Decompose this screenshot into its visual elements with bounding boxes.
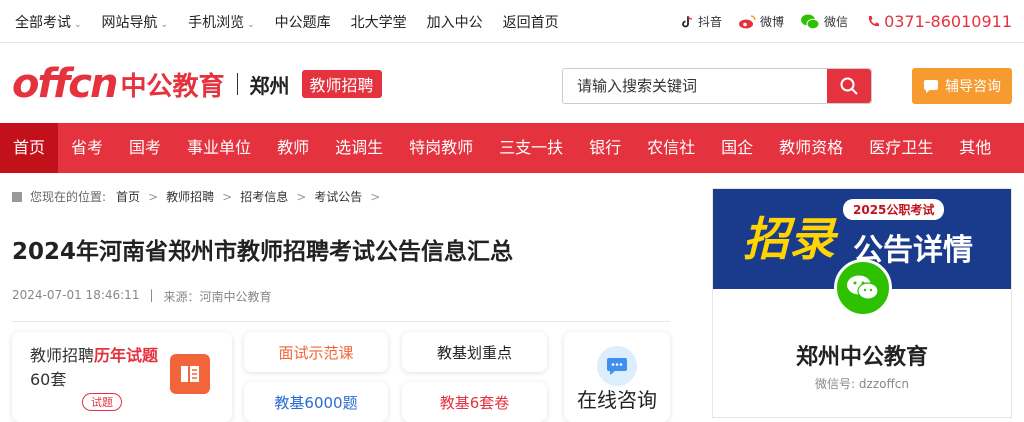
top-link-site-nav[interactable]: 网站导航 ⌄ — [102, 12, 169, 32]
wechat-link[interactable]: 微信 — [800, 13, 848, 30]
nav-item-special-teacher[interactable]: 特岗教师 — [396, 123, 486, 173]
search-box — [562, 68, 872, 104]
chevron-down-icon: ⌄ — [74, 20, 82, 30]
top-link-pku[interactable]: 北大学堂 — [351, 12, 407, 32]
nav-item-bank[interactable]: 银行 — [576, 123, 634, 173]
breadcrumb-separator: > — [148, 189, 159, 204]
chevron-down-icon: ⌄ — [247, 20, 255, 30]
card-consult-label: 在线咨询 — [577, 388, 657, 412]
promo-card-past-papers[interactable]: 教师招聘历年试题 60套 试题 — [12, 332, 232, 422]
top-links: 全部考试 ⌄ 网站导航 ⌄ 手机浏览 ⌄ 中公题库 北大学堂 加入中公 返回首页 — [15, 12, 579, 32]
card-count: 60套 — [30, 370, 67, 389]
banner-tag: 2025公职考试 — [843, 199, 945, 220]
breadcrumb-separator: > — [370, 189, 381, 204]
breadcrumb-item[interactable]: 招考信息 — [240, 188, 288, 205]
promo-card-online-consult[interactable]: 在线咨询 — [564, 332, 670, 422]
sidebar-wechat-id: 微信号: dzzoffcn — [815, 377, 909, 391]
promo-card-demo-lesson[interactable]: 面试示范课 — [244, 332, 388, 372]
breadcrumb: 您现在的位置: 首页 > 教师招聘 > 招考信息 > 考试公告 > — [12, 188, 388, 205]
breadcrumb-label: 您现在的位置: — [30, 190, 107, 204]
weibo-label: 微博 — [760, 15, 785, 29]
main-nav: 首页 省考 国考 事业单位 教师 选调生 特岗教师 三支一扶 银行 农信社 国企… — [0, 123, 1024, 173]
chat-bubble-icon — [597, 346, 637, 386]
article-meta: 2024-07-01 18:46:11 | 来源：河南中公教育 — [12, 288, 272, 305]
divider — [12, 321, 670, 322]
nav-item-public-institution[interactable]: 事业单位 — [174, 123, 264, 173]
promo-card-6000-questions[interactable]: 教基6000题 — [244, 382, 388, 422]
site-logo[interactable]: offcn 中公教育 郑州 教师招聘 — [12, 61, 382, 107]
nav-item-three-supports[interactable]: 三支一扶 — [486, 123, 576, 173]
article-date: 2024-07-01 18:46:11 — [12, 288, 140, 302]
consult-label: 辅导咨询 — [945, 79, 1001, 95]
sidebar-org-name: 郑州中公教育 — [795, 345, 928, 370]
breadcrumb-item[interactable]: 考试公告 — [314, 188, 362, 205]
category-badge: 教师招聘 — [301, 70, 382, 98]
top-link-label: 手机浏览 — [188, 15, 245, 31]
city-label: 郑州 — [249, 73, 290, 98]
nav-item-teacher[interactable]: 教师 — [264, 123, 322, 173]
sidebar-card: 2025公职考试 招录 公告详情 郑州中公教育 微信号: dzzoffcn — [712, 188, 1012, 418]
breadcrumb-item[interactable]: 教师招聘 — [166, 188, 214, 205]
top-link-all-exams[interactable]: 全部考试 ⌄ — [15, 12, 82, 32]
search-button[interactable] — [827, 69, 871, 103]
nav-item-soe[interactable]: 国企 — [708, 123, 766, 173]
search-input[interactable] — [563, 69, 827, 103]
nav-item-other[interactable]: 其他 — [946, 123, 1004, 173]
chat-icon — [924, 80, 938, 93]
top-link-mobile[interactable]: 手机浏览 ⌄ — [188, 12, 255, 32]
page-title: 2024年河南省郑州市教师招聘考试公告信息汇总 — [12, 239, 514, 265]
top-link-join[interactable]: 加入中公 — [427, 12, 483, 32]
meta-divider: | — [149, 288, 154, 302]
social-links: 抖音 微博 微信 0371-86010911 — [664, 12, 1012, 31]
wechat-logo-icon — [834, 259, 892, 317]
phone-text: 0371-86010911 — [884, 12, 1012, 31]
card-tag: 试题 — [82, 393, 122, 411]
article-source: 来源：河南中公教育 — [163, 290, 272, 304]
card-title: 教师招聘历年试题 — [30, 342, 158, 366]
nav-item-selected-graduate[interactable]: 选调生 — [322, 123, 396, 173]
nav-item-national[interactable]: 国考 — [116, 123, 174, 173]
book-icon — [170, 354, 210, 394]
top-link-label: 全部考试 — [15, 15, 71, 31]
top-link-question-bank[interactable]: 中公题库 — [275, 12, 331, 32]
douyin-label: 抖音 — [698, 15, 723, 29]
logo-divider — [236, 73, 238, 95]
logo-en: offcn — [12, 61, 118, 107]
promo-card-key-points[interactable]: 教基划重点 — [402, 332, 547, 372]
breadcrumb-separator: > — [222, 189, 233, 204]
chevron-down-icon: ⌄ — [160, 20, 169, 30]
banner-headline: 招录 — [743, 212, 835, 266]
nav-item-province[interactable]: 省考 — [58, 123, 116, 173]
nav-item-medical[interactable]: 医疗卫生 — [856, 123, 946, 173]
weibo-icon — [739, 14, 756, 28]
logo-cn: 中公教育 — [120, 71, 225, 102]
phone-number[interactable]: 0371-86010911 — [866, 12, 1012, 31]
douyin-link[interactable]: 抖音 — [680, 13, 722, 30]
breadcrumb-separator: > — [296, 189, 307, 204]
breadcrumb-item[interactable]: 首页 — [116, 188, 140, 205]
nav-item-rural-credit[interactable]: 农信社 — [634, 123, 708, 173]
top-link-home[interactable]: 返回首页 — [503, 12, 559, 32]
phone-icon — [868, 15, 880, 26]
card-title-a: 教师招聘 — [30, 346, 95, 365]
wechat-label: 微信 — [824, 15, 849, 29]
search-icon — [840, 77, 858, 95]
wechat-icon — [801, 14, 820, 29]
top-bar: 全部考试 ⌄ 网站导航 ⌄ 手机浏览 ⌄ 中公题库 北大学堂 加入中公 返回首页 抖音… — [0, 0, 1024, 43]
card-title-b: 历年试题 — [94, 346, 159, 365]
promo-card-6-papers[interactable]: 教基6套卷 — [402, 382, 547, 422]
consult-button[interactable]: 辅导咨询 — [912, 68, 1012, 104]
nav-item-home[interactable]: 首页 — [0, 123, 59, 173]
douyin-icon — [682, 15, 693, 27]
top-link-label: 网站导航 — [101, 15, 158, 31]
nav-item-teacher-cert[interactable]: 教师资格 — [766, 123, 856, 173]
weibo-link[interactable]: 微博 — [738, 13, 784, 30]
location-icon — [12, 191, 22, 202]
site-header: offcn 中公教育 郑州 教师招聘 辅导咨询 — [0, 43, 1024, 123]
